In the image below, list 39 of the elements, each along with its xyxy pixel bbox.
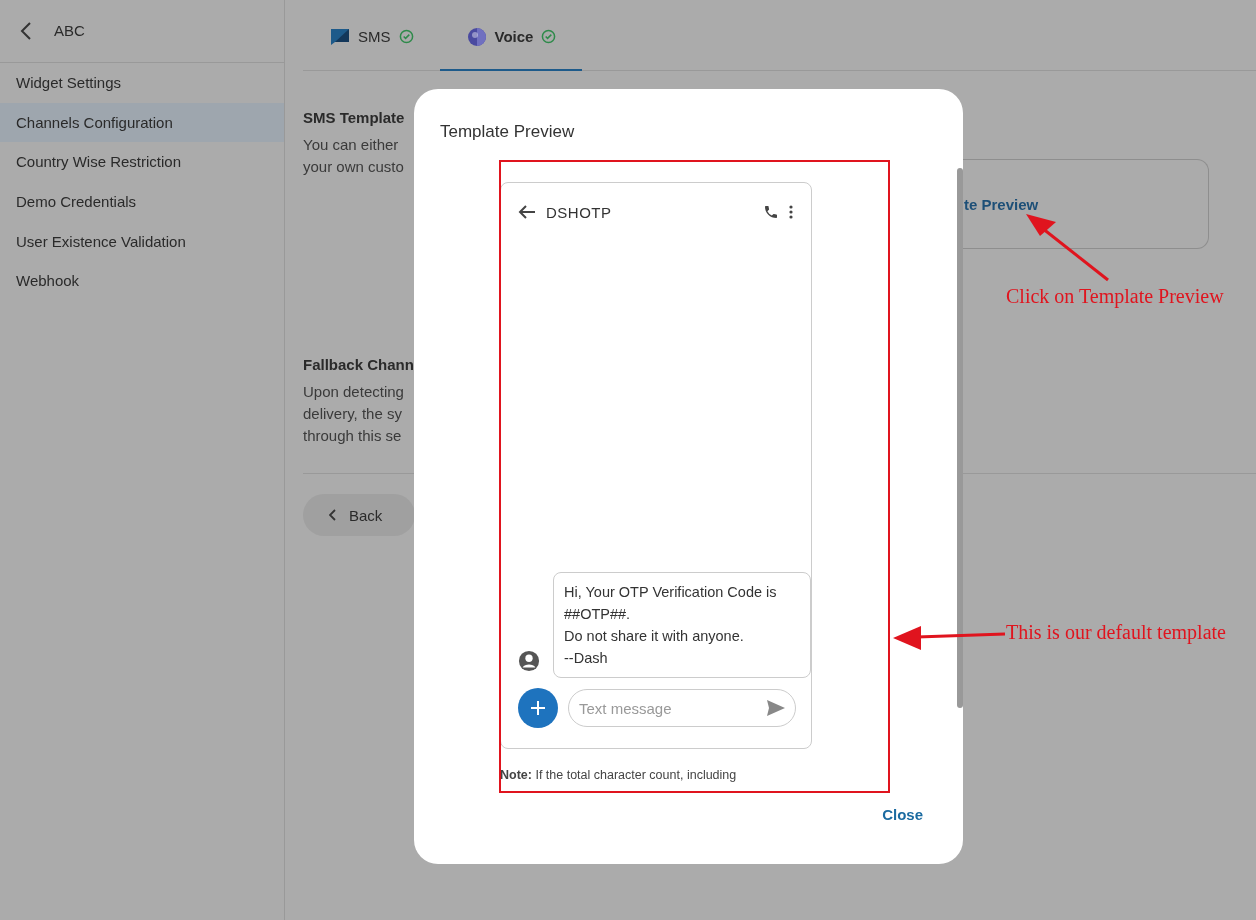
- sidebar-item[interactable]: Channels Configuration: [0, 102, 284, 143]
- sidebar-item[interactable]: Webhook: [0, 260, 284, 301]
- check-circle-icon: [398, 29, 414, 44]
- sidebar-item[interactable]: Demo Credentials: [0, 181, 284, 222]
- back-button[interactable]: Back: [303, 494, 415, 536]
- avatar-icon: [518, 650, 540, 672]
- chevron-left-icon: [329, 509, 337, 521]
- add-button[interactable]: [518, 688, 558, 728]
- section-description: your own custo: [303, 157, 405, 177]
- annotation-text: Click on Template Preview: [1006, 285, 1224, 308]
- message-bubble: Hi, Your OTP Verification Code is ##OTP##. Do not share it with anyone. --Dash: [553, 572, 811, 678]
- dialog-title: Template Preview: [439, 121, 576, 143]
- phone-icon: [763, 204, 779, 220]
- check-circle-icon: [541, 29, 557, 44]
- back-icon[interactable]: [20, 22, 32, 40]
- globe-icon: [466, 26, 487, 47]
- channel-tab[interactable]: SMS: [303, 0, 440, 71]
- section-description: You can either: [303, 135, 400, 155]
- section-description: Upon detecting: [303, 382, 405, 402]
- sidebar-item[interactable]: User Existence Validation: [0, 221, 284, 261]
- send-icon[interactable]: [766, 699, 786, 717]
- sidebar-title: ABC: [54, 21, 85, 39]
- message-input[interactable]: Text message: [568, 689, 796, 727]
- sender-name: DSHOTP: [546, 203, 613, 221]
- chat-bubble-icon: [330, 27, 350, 46]
- more-icon: [789, 205, 793, 219]
- section-description: delivery, the sy: [303, 404, 403, 424]
- sidebar-item[interactable]: Widget Settings: [0, 63, 284, 103]
- section-title: SMS Template: [303, 109, 406, 126]
- back-arrow-icon: [518, 204, 536, 220]
- plus-icon: [530, 700, 546, 716]
- annotation-text: This is our default template: [1006, 621, 1226, 644]
- note-text: Note: If the total character count, including: [500, 768, 738, 782]
- sidebar-item[interactable]: Country Wise Restriction: [0, 142, 284, 182]
- section-title: Fallback Chann: [303, 356, 415, 373]
- template-preview-link[interactable]: te Preview: [964, 195, 1039, 213]
- section-description: through this se: [303, 426, 403, 446]
- channel-tab[interactable]: Voice: [439, 0, 583, 71]
- close-button[interactable]: Close: [882, 806, 923, 823]
